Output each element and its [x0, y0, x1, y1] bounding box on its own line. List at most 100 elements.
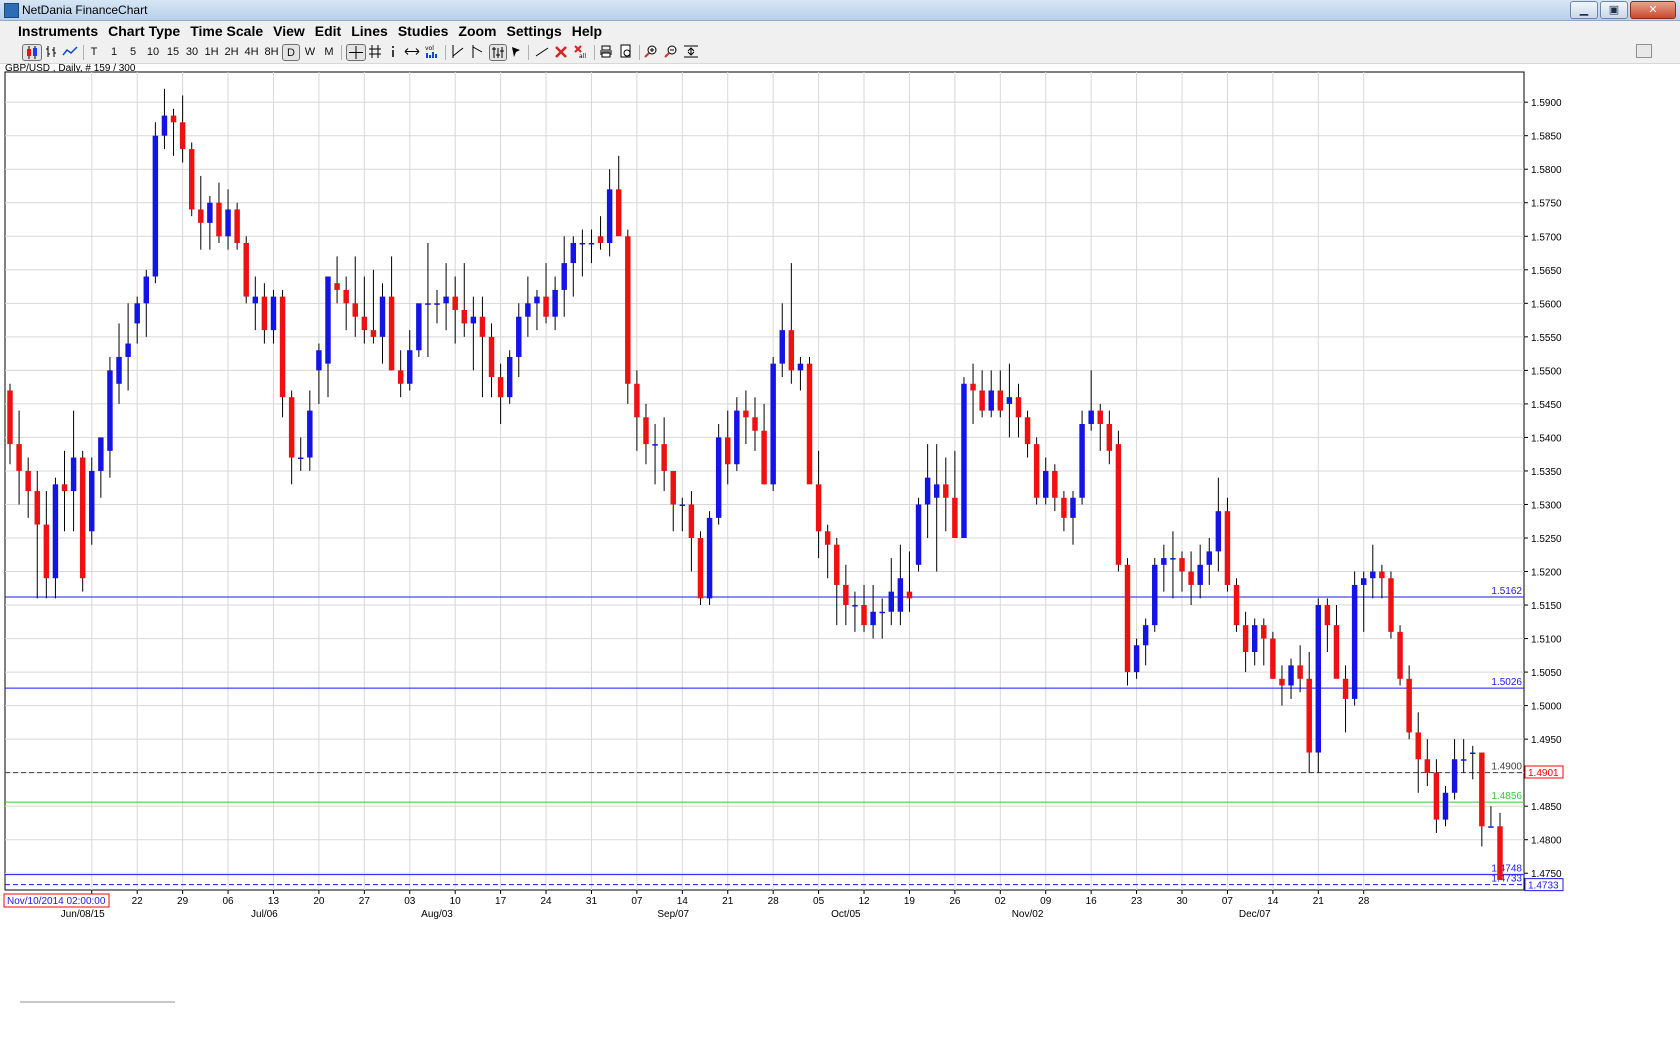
candle-body — [652, 444, 658, 446]
candle-body — [216, 202, 222, 237]
maximize-button[interactable]: ▣ — [1600, 1, 1628, 19]
candle-body — [397, 370, 404, 384]
y-tick-label: 1.5150 — [1531, 601, 1562, 612]
candle-body — [1233, 584, 1240, 626]
timescale-10[interactable]: 10 — [145, 44, 161, 61]
candle-body — [815, 484, 822, 532]
candle-body — [325, 276, 331, 364]
y-tick-label: 1.5200 — [1531, 568, 1562, 579]
cursor-icon[interactable] — [510, 44, 524, 61]
price-box-label: 1.4901 — [1528, 768, 1559, 779]
timescale-2h[interactable]: 2H — [223, 44, 240, 61]
bar-pattern-icon[interactable] — [489, 44, 507, 61]
x-tick-label: 28 — [1358, 896, 1370, 907]
month-label: Oct/05 — [831, 909, 861, 920]
candle-body — [597, 236, 604, 243]
fib-icon[interactable] — [470, 44, 486, 61]
zoom-out-icon[interactable] — [664, 44, 680, 61]
candle-body — [679, 504, 686, 506]
candle-body — [843, 584, 849, 606]
timescale-m[interactable]: M — [322, 44, 336, 61]
y-tick-label: 1.5900 — [1531, 98, 1562, 109]
menu-lines[interactable]: Lines — [351, 23, 388, 39]
timescale-w[interactable]: W — [303, 44, 317, 61]
candle-body — [906, 591, 913, 599]
candle-body — [1006, 397, 1013, 404]
menu-chart-type[interactable]: Chart Type — [108, 23, 180, 39]
restore-chart-icon[interactable] — [1636, 44, 1652, 58]
trend-line-icon[interactable] — [450, 44, 466, 61]
x-tick-label: 29 — [177, 896, 189, 907]
candlestick-icon[interactable] — [22, 44, 42, 61]
candle-body — [943, 484, 949, 498]
horizontal-scrollbar[interactable] — [20, 1001, 175, 1003]
candle-body — [806, 363, 813, 485]
zoom-in-icon[interactable] — [644, 44, 660, 61]
timescale-d[interactable]: D — [282, 44, 300, 61]
candle-body — [1279, 678, 1285, 686]
y-tick-label: 1.5700 — [1531, 232, 1562, 243]
candle-body — [824, 531, 831, 545]
candle-body — [116, 356, 122, 384]
menu-studies[interactable]: Studies — [398, 23, 449, 39]
timescale-15[interactable]: 15 — [165, 44, 181, 61]
menu-help[interactable]: Help — [572, 23, 602, 39]
price-chart[interactable]: 1.5900 1.5850 1.5800 1.5750 1.5700 1.5650 1.56… — [0, 70, 1680, 1000]
close-button[interactable]: ✕ — [1630, 1, 1676, 19]
arrows-icon[interactable] — [404, 44, 422, 61]
print-icon[interactable] — [599, 44, 615, 61]
menu-settings[interactable]: Settings — [507, 23, 562, 39]
menu-view[interactable]: View — [273, 23, 305, 39]
timescale-t[interactable]: T — [88, 44, 100, 61]
crosshair-icon[interactable] — [346, 44, 366, 61]
candle-body — [1070, 497, 1076, 518]
candle-body — [497, 377, 504, 398]
grid-icon[interactable] — [368, 44, 384, 61]
candle-body — [643, 417, 649, 445]
svg-text:all: all — [579, 53, 586, 59]
candle-body — [1088, 410, 1094, 425]
candle-body — [516, 316, 522, 357]
bar-chart-icon[interactable] — [44, 44, 60, 61]
x-tick-label: 23 — [1131, 896, 1143, 907]
candle-body — [261, 296, 268, 331]
timescale-4h[interactable]: 4H — [243, 44, 260, 61]
volume-icon[interactable]: vol — [425, 44, 441, 61]
delete-icon[interactable] — [554, 44, 570, 61]
print-preview-icon[interactable] — [619, 44, 635, 61]
menu-zoom[interactable]: Zoom — [458, 23, 496, 39]
timescale-1h[interactable]: 1H — [203, 44, 220, 61]
x-tick-label: 09 — [1040, 896, 1052, 907]
candle-body — [1124, 564, 1131, 673]
candle-body — [1351, 584, 1358, 699]
candle-body — [1079, 424, 1085, 498]
timescale-5[interactable]: 5 — [127, 44, 139, 61]
delete-all-icon[interactable]: all — [574, 44, 590, 61]
menu-edit[interactable]: Edit — [315, 23, 341, 39]
timescale-30[interactable]: 30 — [184, 44, 200, 61]
line-chart-icon[interactable] — [62, 44, 80, 61]
candle-body — [379, 296, 386, 337]
info-icon[interactable] — [388, 44, 400, 61]
month-label: Jun/08/15 — [61, 909, 105, 920]
draw-line-icon[interactable] — [534, 44, 552, 61]
minimize-button[interactable]: ▁ — [1570, 1, 1598, 19]
candle-body — [170, 115, 177, 123]
timescale-8h[interactable]: 8H — [263, 44, 280, 61]
candle-body — [797, 363, 804, 371]
menu-time-scale[interactable]: Time Scale — [190, 23, 263, 39]
candle-body — [70, 457, 77, 492]
candle-body — [1133, 645, 1140, 673]
candle-body — [1306, 678, 1312, 753]
x-tick-label: 28 — [768, 896, 780, 907]
candle-body — [61, 484, 68, 492]
candle-body — [479, 316, 486, 337]
menu-instruments[interactable]: Instruments — [18, 23, 98, 39]
timescale-1[interactable]: 1 — [108, 44, 120, 61]
candle-body — [770, 363, 776, 485]
x-tick-label: 14 — [1267, 896, 1279, 907]
candle-body — [706, 517, 713, 599]
zoom-fit-icon[interactable] — [683, 44, 701, 61]
candle-body — [897, 578, 904, 612]
app-icon — [4, 3, 19, 18]
